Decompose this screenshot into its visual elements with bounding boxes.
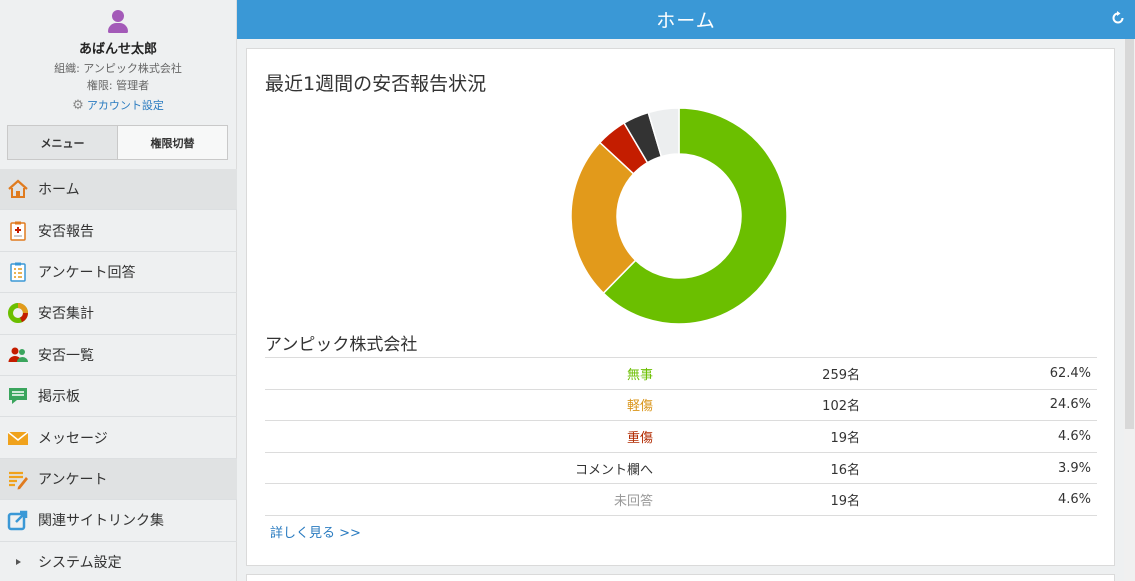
chat-bubble-icon [7, 385, 29, 407]
status-count: 19名 [659, 420, 866, 453]
survey-edit-icon [7, 468, 29, 490]
sidebar-item-safety-list[interactable]: 安否一覧 [0, 335, 237, 376]
donut-chart-icon [7, 302, 29, 324]
safety-donut-chart [570, 107, 788, 325]
account-settings-link[interactable]: ⚙ アカウント設定 [0, 97, 236, 113]
menu-toggle-button[interactable]: メニュー [8, 126, 118, 159]
status-count: 19名 [659, 483, 866, 516]
status-percent: 3.9% [866, 451, 1097, 484]
user-name: あばんせ太郎 [78, 42, 157, 57]
status-label: 重傷 [265, 420, 659, 453]
scrollbar-thumb[interactable] [1125, 39, 1134, 429]
sidebar-item-label: ホーム [38, 182, 80, 199]
panel-title: 最近1週間の安否報告状況 [265, 73, 487, 95]
safety-stats-table: 無事 259名 62.4% 軽傷 102名 24.6% 重傷 19名 4.6% コメント欄へ 16名… [265, 357, 1097, 516]
safety-status-panel: 最近1週間の安否報告状況 アンピック株式会社 無事 259名 62.4% 軽傷 102名… [246, 48, 1115, 566]
sidebar-item-label: 安否一覧 [38, 347, 94, 364]
sidebar: あばんせ太郎 組織: アンピック株式会社 権限: 管理者 ⚙ アカウント設定 メ… [0, 0, 237, 581]
role-switch-button[interactable]: 権限切替 [118, 126, 227, 159]
sidebar-item-label: メッセージ [38, 430, 108, 447]
sidebar-toggle: メニュー 権限切替 [7, 125, 228, 160]
page-title: ホーム [656, 10, 716, 32]
sidebar-item-label: システム設定 [38, 555, 122, 572]
user-org: 組織: アンピック株式会社 [54, 62, 182, 75]
user-profile: あばんせ太郎 組織: アンピック株式会社 権限: 管理者 ⚙ アカウント設定 [0, 0, 236, 125]
see-more-link[interactable]: 詳しく見る >> [270, 522, 361, 541]
gear-icon: ⚙ [72, 97, 84, 113]
status-label: 未回答 [265, 483, 659, 516]
users-icon [7, 344, 29, 366]
status-label: 無事 [265, 357, 659, 390]
sidebar-item-label: 関連サイトリンク集 [38, 513, 164, 530]
sidebar-item-label: アンケート回答 [38, 264, 136, 281]
status-count: 259名 [659, 357, 866, 390]
sidebar-item-system-settings[interactable]: システム設定 [0, 542, 237, 581]
status-percent: 24.6% [866, 388, 1097, 421]
user-role: 権限: 管理者 [86, 79, 150, 92]
top-header: ホーム [237, 0, 1135, 39]
status-count: 16名 [659, 451, 866, 484]
sidebar-item-label: 安否集計 [38, 306, 94, 323]
status-percent: 4.6% [866, 483, 1097, 516]
org-name: アンピック株式会社 [265, 335, 418, 355]
sidebar-item-survey[interactable]: アンケート [0, 458, 237, 501]
stats-row: 未回答 19名 4.6% [265, 483, 1097, 516]
avatar-icon [107, 10, 129, 34]
refresh-icon[interactable] [1111, 10, 1125, 29]
sidebar-item-safety-summary[interactable]: 安否集計 [0, 293, 237, 335]
status-label: 軽傷 [265, 388, 659, 421]
status-percent: 4.6% [866, 420, 1097, 453]
sidebar-item-label: 掲示板 [38, 389, 80, 406]
home-icon [7, 178, 29, 200]
stats-row: 重傷 19名 4.6% [265, 420, 1097, 453]
envelope-icon [7, 427, 29, 449]
sidebar-item-related-links[interactable]: 関連サイトリンク集 [0, 500, 237, 542]
status-label: コメント欄へ [265, 451, 659, 484]
secondary-panel [246, 574, 1115, 581]
stats-row: コメント欄へ 16名 3.9% [265, 451, 1097, 484]
stats-row: 軽傷 102名 24.6% [265, 388, 1097, 421]
sidebar-item-safety-report[interactable]: 安否報告 [0, 210, 237, 252]
sidebar-item-message[interactable]: メッセージ [0, 417, 237, 459]
status-count: 102名 [659, 388, 866, 421]
account-settings-label: アカウント設定 [86, 99, 164, 112]
sidebar-item-home[interactable]: ホーム [0, 169, 237, 211]
report-clipboard-icon [7, 220, 29, 242]
sidebar-item-survey-answer[interactable]: アンケート回答 [0, 252, 237, 294]
triangle-right-icon [7, 551, 29, 573]
sidebar-item-label: 安否報告 [38, 223, 94, 240]
sidebar-item-label: アンケート [38, 471, 108, 488]
external-link-icon [7, 509, 29, 531]
sidebar-item-bulletin[interactable]: 掲示板 [0, 376, 237, 418]
status-percent: 62.4% [866, 357, 1097, 390]
sidebar-nav: ホーム 安否報告 アンケート回答 安否集計 安否一覧 掲示板 メッセージ アンケ… [0, 169, 237, 581]
survey-answer-icon [7, 261, 29, 283]
scrollbar[interactable] [1124, 39, 1135, 581]
stats-row: 無事 259名 62.4% [265, 357, 1097, 390]
